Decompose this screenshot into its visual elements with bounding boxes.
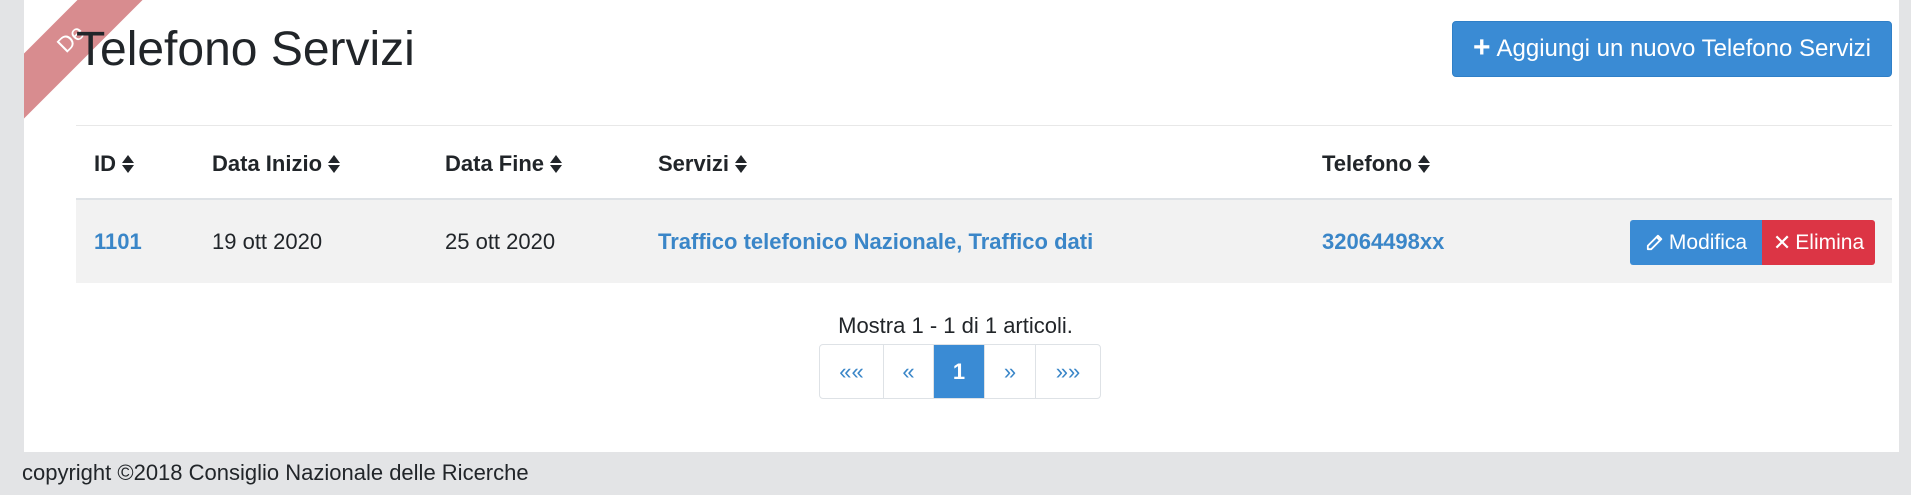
pagination-prev[interactable]: « [884, 345, 934, 398]
delete-button-label: Elimina [1795, 230, 1865, 254]
row-id-link[interactable]: 1101 [94, 229, 142, 255]
pagination-first[interactable]: «« [820, 345, 884, 398]
column-header-telefono[interactable]: Telefono [1322, 128, 1431, 200]
column-header-data-inizio[interactable]: Data Inizio [212, 128, 341, 200]
cell-data-fine: 25 ott 2020 [445, 228, 556, 254]
add-button-label: Aggiungi un nuovo Telefono Servizi [1496, 35, 1871, 62]
column-header-label: Telefono [1322, 151, 1413, 176]
sort-icon [1418, 154, 1431, 174]
pagination: «« « 1 » »» [819, 344, 1101, 399]
column-header-servizi[interactable]: Servizi [658, 128, 747, 200]
cell-data-inizio: 19 ott 2020 [212, 228, 323, 254]
sort-icon [122, 154, 134, 174]
plus-icon: + [1472, 31, 1491, 64]
sort-icon [734, 154, 747, 174]
column-header-data-fine[interactable]: Data Fine [445, 128, 563, 200]
divider [76, 125, 1892, 126]
column-header-label: ID [94, 151, 116, 176]
servizi-link[interactable]: Traffico telefonico Nazionale, Traffico … [658, 229, 1093, 255]
sort-icon [328, 154, 341, 174]
edit-button-label: Modifica [1668, 230, 1748, 254]
column-header-label: Data Fine [445, 151, 545, 176]
pagination-last[interactable]: »» [1036, 345, 1100, 398]
sort-icon [550, 154, 563, 174]
table-header: ID Data Inizio Data Fine Servizi Telefon… [76, 128, 1892, 200]
close-icon: ✕ [1772, 229, 1792, 255]
footer-copyright: copyright ©2018 Consiglio Nazionale dell… [22, 460, 529, 485]
column-header-id[interactable]: ID [94, 128, 134, 200]
delete-button[interactable]: ✕ Elimina [1762, 220, 1875, 265]
pagination-page-current[interactable]: 1 [934, 345, 985, 398]
page-title: Telefono Servizi [76, 23, 415, 76]
pagination-next[interactable]: » [985, 345, 1036, 398]
pencil-icon [1646, 234, 1663, 250]
add-telefono-servizi-button[interactable]: + Aggiungi un nuovo Telefono Servizi [1452, 21, 1892, 77]
column-header-label: Servizi [658, 151, 729, 176]
column-header-label: Data Inizio [212, 151, 323, 176]
data-table: ID Data Inizio Data Fine Servizi Telefon… [76, 128, 1892, 283]
telefono-link[interactable]: 32064498xx [1322, 229, 1444, 255]
table-row: 1101 19 ott 2020 25 ott 2020 Traffico te… [76, 200, 1892, 283]
results-summary: Mostra 1 - 1 di 1 articoli. [838, 313, 1073, 338]
edit-button[interactable]: Modifica [1630, 220, 1762, 265]
